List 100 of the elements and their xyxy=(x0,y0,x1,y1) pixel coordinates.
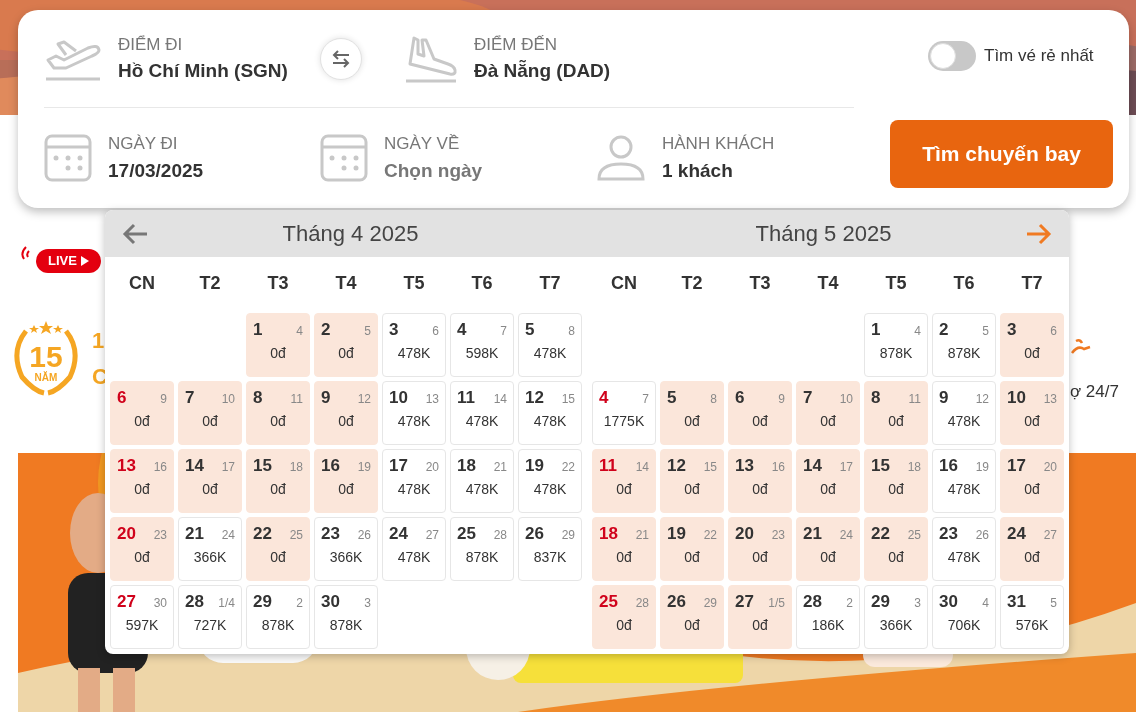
calendar-day[interactable]: 6 9 0đ xyxy=(728,381,792,445)
calendar-day[interactable]: 9 12 0đ xyxy=(314,381,378,445)
field-value[interactable]: Đà Nẵng (DAD) xyxy=(474,57,611,86)
calendar-day[interactable]: 8 11 0đ xyxy=(864,381,928,445)
calendar-day[interactable]: 30 4 706K xyxy=(932,585,996,649)
fare-price: 837K xyxy=(533,548,567,566)
field-value[interactable]: 1 khách xyxy=(662,156,775,185)
calendar-day[interactable]: 13 16 0đ xyxy=(728,449,792,513)
calendar-day[interactable]: 20 23 0đ xyxy=(110,517,174,581)
fare-price: 0đ xyxy=(616,548,632,566)
calendar-day[interactable]: 30 3 878K xyxy=(314,585,378,649)
calendar-day[interactable]: 21 24 366K xyxy=(178,517,242,581)
calendar-day[interactable]: 27 1/5 0đ xyxy=(728,585,792,649)
calendar-day[interactable]: 12 15 478K xyxy=(518,381,582,445)
calendar-day[interactable]: 27 30 597K xyxy=(110,585,174,649)
calendar-day[interactable]: 21 24 0đ xyxy=(796,517,860,581)
fare-price: 366K xyxy=(193,548,227,566)
calendar-day[interactable]: 13 16 0đ xyxy=(110,449,174,513)
calendar-day[interactable]: 5 8 0đ xyxy=(660,381,724,445)
day-number: 4 xyxy=(457,320,467,340)
calendar-day[interactable]: 4 7 1775K xyxy=(592,381,656,445)
fare-price: 478K xyxy=(397,480,431,498)
calendar-day[interactable]: 29 2 878K xyxy=(246,585,310,649)
calendar-day[interactable]: 10 13 0đ xyxy=(1000,381,1064,445)
calendar-day[interactable]: 19 22 478K xyxy=(518,449,582,513)
calendar-day[interactable]: 29 3 366K xyxy=(864,585,928,649)
field-value[interactable]: 17/03/2025 xyxy=(108,156,204,185)
calendar-day[interactable]: 3 6 0đ xyxy=(1000,313,1064,377)
calendar-day[interactable]: 23 26 366K xyxy=(314,517,378,581)
field-value[interactable]: Hồ Chí Minh (SGN) xyxy=(118,57,288,86)
calendar-day[interactable]: 1 4 0đ xyxy=(246,313,310,377)
calendar-day[interactable]: 11 14 478K xyxy=(450,381,514,445)
lunar-date: 17 xyxy=(839,459,853,476)
calendar-day[interactable]: 31 5 576K xyxy=(1000,585,1064,649)
calendar-day[interactable]: 28 2 186K xyxy=(796,585,860,649)
calendar-day[interactable]: 3 6 478K xyxy=(382,313,446,377)
calendar-day[interactable]: 6 9 0đ xyxy=(110,381,174,445)
calendar-day[interactable]: 8 11 0đ xyxy=(246,381,310,445)
calendar-day[interactable]: 28 1/4 727K xyxy=(178,585,242,649)
calendar-day[interactable]: 14 17 0đ xyxy=(796,449,860,513)
calendar-day[interactable]: 11 14 0đ xyxy=(592,449,656,513)
lunar-date: 28 xyxy=(493,527,507,544)
calendar-day[interactable]: 18 21 478K xyxy=(450,449,514,513)
calendar-day[interactable]: 19 22 0đ xyxy=(660,517,724,581)
calendar-day[interactable]: 14 17 0đ xyxy=(178,449,242,513)
calendar-day[interactable]: 10 13 478K xyxy=(382,381,446,445)
live-badge[interactable]: LIVE xyxy=(36,249,101,273)
day-number: 31 xyxy=(1007,592,1026,612)
calendar-day[interactable]: 7 10 0đ xyxy=(796,381,860,445)
calendar-day[interactable]: 26 29 837K xyxy=(518,517,582,581)
calendar-day[interactable]: 16 19 478K xyxy=(932,449,996,513)
calendar-day[interactable]: 2 5 0đ xyxy=(314,313,378,377)
calendar-day[interactable]: 25 28 878K xyxy=(450,517,514,581)
calendar-day[interactable]: 26 29 0đ xyxy=(660,585,724,649)
lunar-date: 26 xyxy=(975,527,989,544)
calendar-day[interactable]: 25 28 0đ xyxy=(592,585,656,649)
lunar-date: 15 xyxy=(561,391,575,408)
calendar-day[interactable]: 20 23 0đ xyxy=(728,517,792,581)
toggle-label: Tìm vé rẻ nhất xyxy=(984,45,1094,68)
lunar-date: 17 xyxy=(221,459,235,476)
lunar-date: 7 xyxy=(642,391,649,408)
swap-button[interactable] xyxy=(320,37,362,80)
day-number: 19 xyxy=(525,456,544,476)
fare-price: 478K xyxy=(465,480,499,498)
calendar-day[interactable]: 15 18 0đ xyxy=(246,449,310,513)
calendar-day[interactable]: 2 5 878K xyxy=(932,313,996,377)
lunar-date: 6 xyxy=(1050,323,1057,340)
day-number: 21 xyxy=(803,524,822,544)
calendar-day[interactable]: 24 27 478K xyxy=(382,517,446,581)
fare-price: 0đ xyxy=(270,548,286,566)
calendar-day[interactable]: 1 4 878K xyxy=(864,313,928,377)
cheapest-fare-toggle[interactable] xyxy=(928,41,976,71)
calendar-day[interactable]: 22 25 0đ xyxy=(246,517,310,581)
calendar-day[interactable]: 12 15 0đ xyxy=(660,449,724,513)
fare-price: 478K xyxy=(397,412,431,430)
day-number: 1 xyxy=(253,320,263,340)
calendar-day[interactable]: 17 20 0đ xyxy=(1000,449,1064,513)
calendar-day[interactable]: 18 21 0đ xyxy=(592,517,656,581)
fare-price: 0đ xyxy=(820,480,836,498)
day-number: 22 xyxy=(253,524,272,544)
calendar-day[interactable]: 7 10 0đ xyxy=(178,381,242,445)
calendar-day[interactable]: 17 20 478K xyxy=(382,449,446,513)
day-number: 20 xyxy=(735,524,754,544)
lunar-date: 13 xyxy=(425,391,439,408)
calendar-day[interactable]: 23 26 478K xyxy=(932,517,996,581)
lunar-date: 11 xyxy=(290,391,303,408)
day-number: 10 xyxy=(389,388,408,408)
field-placeholder[interactable]: Chọn ngày xyxy=(384,156,483,185)
fare-price: 0đ xyxy=(338,412,354,430)
calendar-day[interactable]: 15 18 0đ xyxy=(864,449,928,513)
day-number: 18 xyxy=(457,456,476,476)
calendar-day[interactable]: 9 12 478K xyxy=(932,381,996,445)
calendar-day[interactable]: 22 25 0đ xyxy=(864,517,928,581)
day-number: 20 xyxy=(117,524,136,544)
calendar-day[interactable]: 4 7 598K xyxy=(450,313,514,377)
calendar-day[interactable]: 24 27 0đ xyxy=(1000,517,1064,581)
calendar-day[interactable]: 5 8 478K xyxy=(518,313,582,377)
calendar-day[interactable]: 16 19 0đ xyxy=(314,449,378,513)
day-number: 29 xyxy=(253,592,272,612)
lunar-date: 23 xyxy=(771,527,785,544)
